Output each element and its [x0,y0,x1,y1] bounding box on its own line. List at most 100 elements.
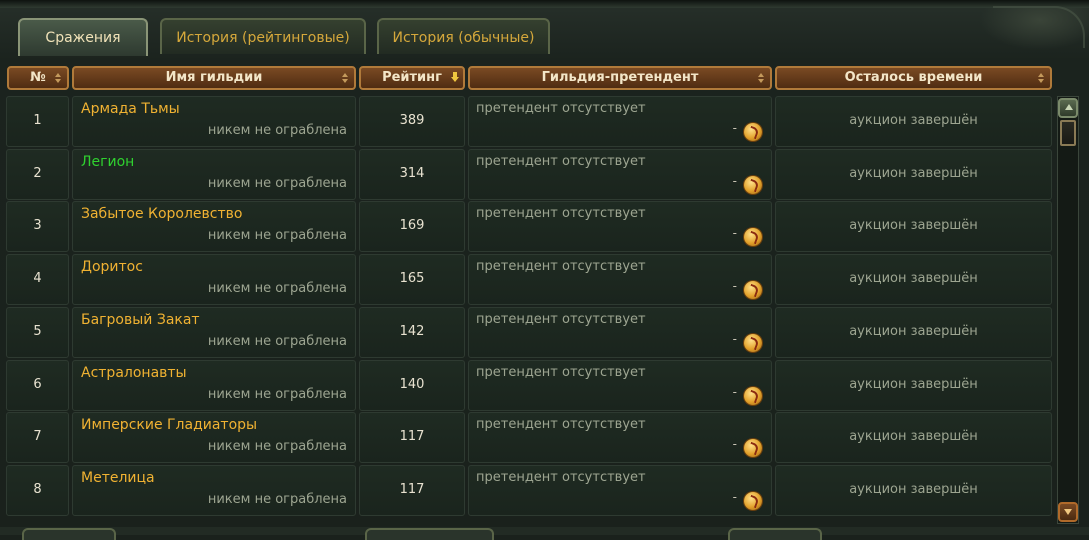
rating-value: 140 [399,377,425,392]
guild-name[interactable]: Забытое Королевство [81,206,242,222]
bottom-button-left[interactable] [22,528,116,540]
header-num-label: № [30,70,46,85]
gold-coin-icon [744,387,762,405]
scrollbar-thumb[interactable] [1060,120,1076,146]
row-number: 2 [33,166,42,181]
cell-guild: Имперские Гладиаторы никем не ограблена [72,412,356,463]
cell-pretender: претендент отсутствует - [468,307,772,358]
pretender-text: претендент отсутствует [476,206,646,221]
table-row[interactable]: 5 Багровый Закат никем не ограблена 142 прет… [6,307,1052,358]
gold-coin-icon [744,176,762,194]
robbed-status: никем не ограблена [207,492,347,507]
pretender-text: претендент отсутствует [476,365,646,380]
sort-arrows-icon [758,73,764,83]
table-row[interactable]: 6 Астралонавты никем не ограблена 140 претен… [6,360,1052,411]
tab-history-rated[interactable]: История (рейтинговые) [160,18,366,54]
header-num[interactable]: № [7,66,69,90]
table-row[interactable]: 3 Забытое Королевство никем не ограблена 16… [6,201,1052,252]
table-row[interactable]: 1 Армада Тьмы никем не ограблена 389 претенд… [6,96,1052,147]
cell-num: 6 [6,360,69,411]
time-left-text: аукцион завершён [849,218,978,233]
guild-name[interactable]: Имперские Гладиаторы [81,417,257,433]
bottom-bar [0,527,1089,535]
bid-value: - [732,490,737,504]
cell-num: 8 [6,465,69,516]
time-left-text: аукцион завершён [849,482,978,497]
cell-rating: 117 [359,465,465,516]
cell-guild: Астралонавты никем не ограблена [72,360,356,411]
robbed-status: никем не ограблена [207,228,347,243]
cell-guild: Метелица никем не ограблена [72,465,356,516]
header-guild[interactable]: Имя гильдии [72,66,356,90]
robbed-status: никем не ограблена [207,123,347,138]
table-row[interactable]: 7 Имперские Гладиаторы никем не ограблена 1… [6,412,1052,463]
cell-time-left: аукцион завершён [775,149,1052,200]
header-pretender[interactable]: Гильдия-претендент [468,66,772,90]
row-number: 8 [33,482,42,497]
gold-coin-icon [744,281,762,299]
row-number: 1 [33,113,42,128]
guild-name[interactable]: Багровый Закат [81,312,200,328]
pretender-text: претендент отсутствует [476,154,646,169]
guild-name[interactable]: Астралонавты [81,365,187,381]
row-number: 7 [33,429,42,444]
sort-arrows-icon [55,73,61,83]
sort-down-arrow-icon [451,72,459,82]
row-number: 4 [33,271,42,286]
rating-value: 314 [399,166,425,181]
corner-ornament [993,6,1085,48]
cell-time-left: аукцион завершён [775,412,1052,463]
cell-pretender: претендент отсутствует - [468,96,772,147]
cell-pretender: претендент отсутствует - [468,412,772,463]
guild-name[interactable]: Метелица [81,470,155,486]
cell-time-left: аукцион завершён [775,201,1052,252]
guild-name[interactable]: Доритос [81,259,143,275]
bid-value: - [732,385,737,399]
scrollbar-track[interactable] [1057,96,1079,524]
gold-coin-icon [744,123,762,141]
cell-rating: 142 [359,307,465,358]
tab-battles[interactable]: Сражения [18,18,148,56]
bid-value: - [732,174,737,188]
gold-coin-icon [744,228,762,246]
header-guild-label: Имя гильдии [165,70,263,85]
row-number: 3 [33,218,42,233]
header-time-left[interactable]: Осталось времени [775,66,1052,90]
cell-num: 7 [6,412,69,463]
table-row[interactable]: 8 Метелица никем не ограблена 117 претендент… [6,465,1052,516]
cell-guild: Легион никем не ограблена [72,149,356,200]
pretender-text: претендент отсутствует [476,470,646,485]
header-time-left-label: Осталось времени [844,70,983,85]
pretender-text: претендент отсутствует [476,101,646,116]
cell-rating: 165 [359,254,465,305]
table-row[interactable]: 4 Доритос никем не ограблена 165 претендент … [6,254,1052,305]
bottom-button-right[interactable] [728,528,822,540]
cell-rating: 140 [359,360,465,411]
time-left-text: аукцион завершён [849,113,978,128]
bid-value: - [732,226,737,240]
rating-value: 389 [399,113,425,128]
cell-guild: Доритос никем не ограблена [72,254,356,305]
cell-pretender: претендент отсутствует - [468,201,772,252]
table-row[interactable]: 2 Легион никем не ограблена 314 претендент о… [6,149,1052,200]
cell-guild: Забытое Королевство никем не ограблена [72,201,356,252]
gold-coin-icon [744,334,762,352]
cell-pretender: претендент отсутствует - [468,149,772,200]
guild-name[interactable]: Легион [81,154,134,170]
cell-time-left: аукцион завершён [775,254,1052,305]
cell-guild: Армада Тьмы никем не ограблена [72,96,356,147]
header-rating[interactable]: Рейтинг [359,66,465,90]
tab-history-normal[interactable]: История (обычные) [377,18,550,54]
guild-name[interactable]: Армада Тьмы [81,101,180,117]
scroll-up-button[interactable] [1058,98,1078,118]
header-pretender-label: Гильдия-претендент [541,70,699,85]
pretender-text: претендент отсутствует [476,259,646,274]
cell-pretender: претендент отсутствует - [468,465,772,516]
sort-arrows-icon [342,73,348,83]
top-rim [0,0,1089,8]
bottom-button-center[interactable] [365,528,494,540]
bid-value: - [732,121,737,135]
time-left-text: аукцион завершён [849,429,978,444]
scroll-down-button[interactable] [1058,502,1078,522]
rating-value: 117 [399,482,425,497]
